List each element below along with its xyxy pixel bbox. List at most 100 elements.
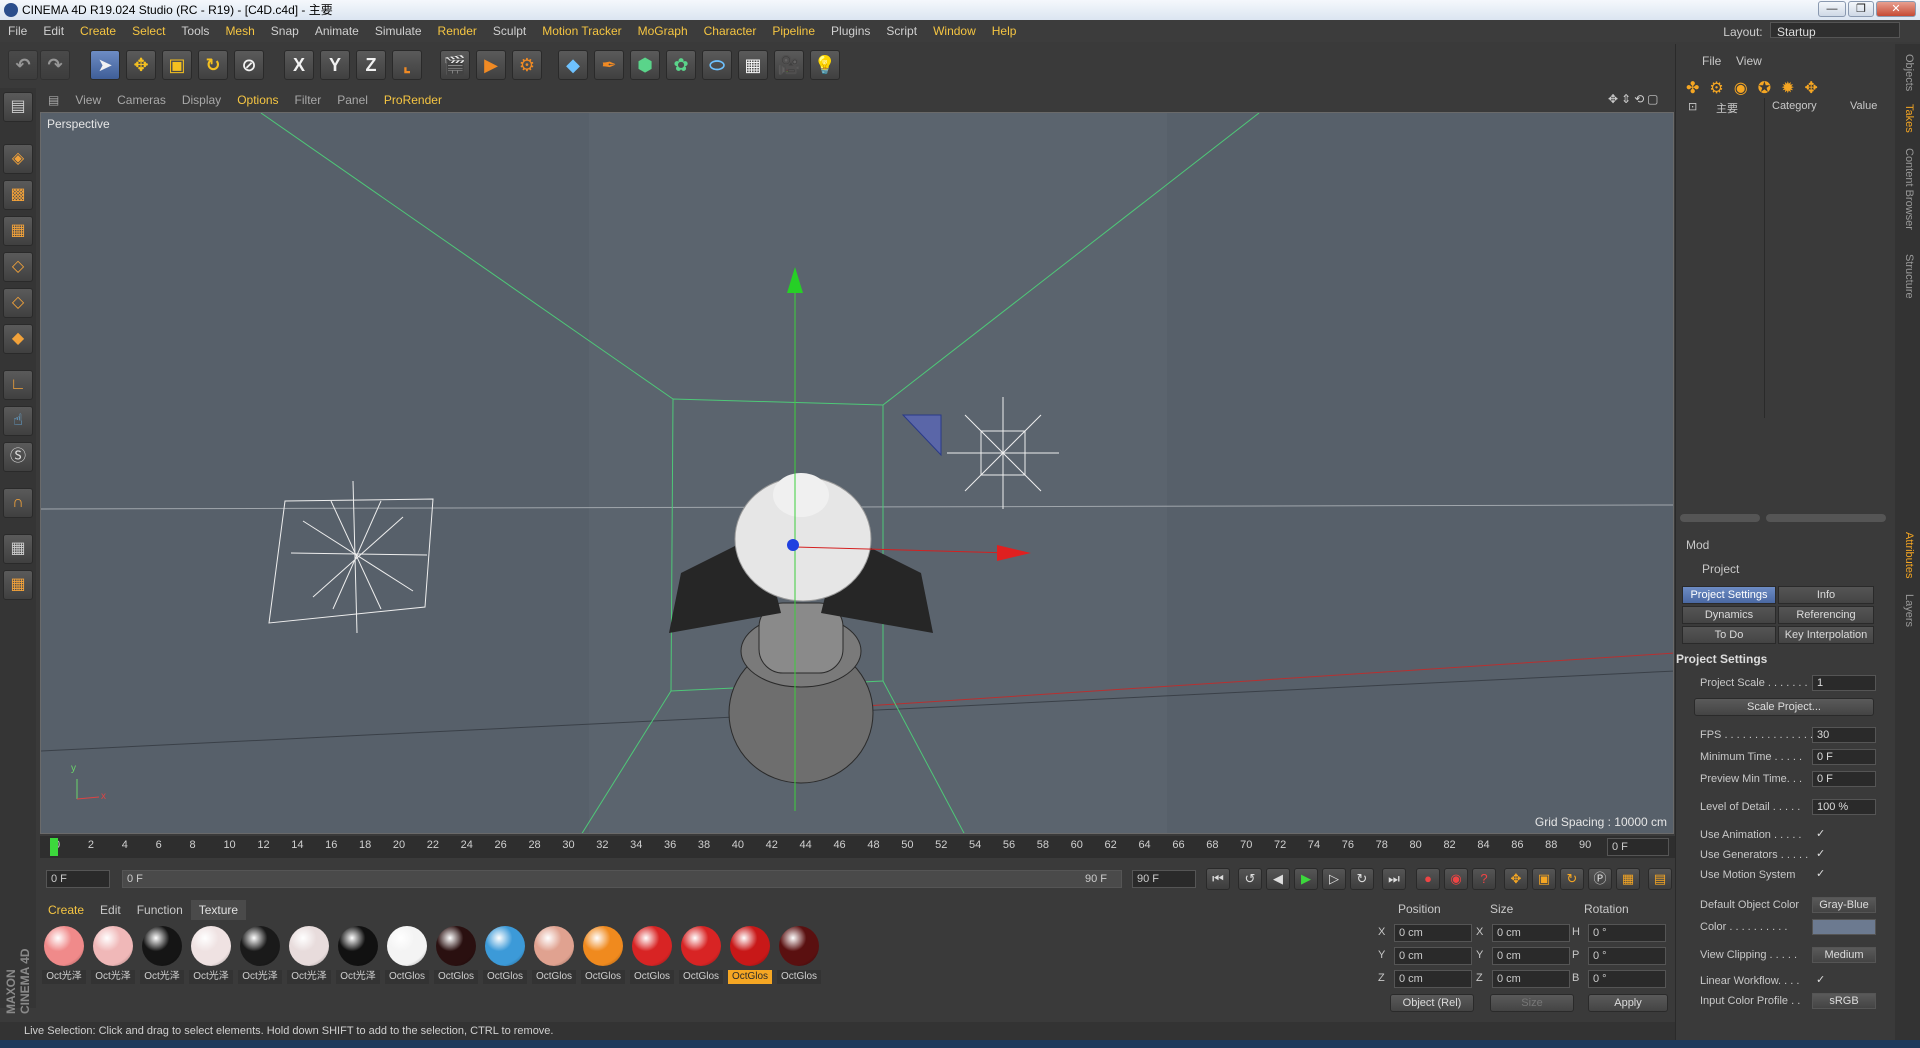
axis-mode-button[interactable]: ∟	[3, 370, 33, 400]
menu-animate[interactable]: Animate	[307, 20, 367, 42]
maximize-button[interactable]: ❐	[1848, 1, 1874, 17]
keyframe-selection-button[interactable]: ?	[1472, 868, 1496, 890]
material-item[interactable]: OctGlos	[777, 924, 821, 986]
viewport-menu-prorender[interactable]: ProRender	[376, 90, 450, 110]
menu-file[interactable]: File	[0, 20, 35, 42]
key-pla-button[interactable]: ▦	[1616, 868, 1640, 890]
viewport-perspective[interactable]: Perspective y x Grid Spacing : 10000 cm	[40, 112, 1674, 834]
material-item[interactable]: Oct光泽	[91, 924, 135, 986]
coord-value-field[interactable]: 0 °	[1588, 947, 1666, 965]
points-mode-button[interactable]: ◇	[3, 252, 33, 282]
side-tab-layers[interactable]: Layers	[1899, 594, 1915, 627]
material-menu-function[interactable]: Function	[129, 900, 191, 920]
attr-tab-key-interpolation[interactable]: Key Interpolation	[1778, 626, 1874, 644]
side-tab-structure[interactable]: Structure	[1899, 254, 1915, 299]
playhead[interactable]	[50, 838, 58, 856]
coord-value-field[interactable]: 0 cm	[1492, 970, 1570, 988]
coord-value-field[interactable]: 0 cm	[1394, 924, 1472, 942]
spline-pen-button[interactable]: ✒	[594, 50, 624, 80]
material-item[interactable]: OctGlos	[483, 924, 527, 986]
layout-selector[interactable]: Layout: Startup	[1723, 22, 1900, 40]
side-tab-attributes[interactable]: Attributes	[1899, 532, 1915, 578]
material-item[interactable]: OctGlos	[630, 924, 674, 986]
lock-workplane-button[interactable]: ▦	[3, 534, 33, 564]
autokey-button[interactable]: ◉	[1444, 868, 1468, 890]
menu-tools[interactable]: Tools	[173, 20, 217, 42]
side-tab-content-browser[interactable]: Content Browser	[1899, 148, 1915, 230]
attr-tab-to-do[interactable]: To Do	[1682, 626, 1776, 644]
cloner-button[interactable]: ✿	[666, 50, 696, 80]
viewport-menu-filter[interactable]: Filter	[287, 90, 330, 110]
timeline-scheme-button[interactable]: ▤	[1648, 868, 1672, 890]
layout-dropdown[interactable]: Startup	[1770, 22, 1900, 39]
render-to-picture-viewer-button[interactable]: ▶	[476, 50, 506, 80]
attr-dropdown[interactable]: Gray-Blue	[1812, 897, 1876, 913]
menu-mograph[interactable]: MoGraph	[630, 20, 696, 42]
attr-value-field[interactable]: 100 %	[1812, 799, 1876, 815]
size-mode-dropdown[interactable]: Size	[1490, 994, 1574, 1012]
key-param-button[interactable]: Ⓟ	[1588, 868, 1612, 890]
minimize-button[interactable]: —	[1818, 1, 1846, 17]
range-slider[interactable]: 0 F 90 F	[122, 870, 1122, 888]
menu-create[interactable]: Create	[72, 20, 124, 42]
go-to-end-button[interactable]: ⏭	[1382, 868, 1406, 890]
material-item[interactable]: Oct光泽	[189, 924, 233, 986]
attr-value-field[interactable]: 0 F	[1812, 749, 1876, 765]
attr-checkbox[interactable]: ✓	[1812, 847, 1826, 863]
attr-dropdown[interactable]: sRGB	[1812, 993, 1876, 1009]
attr-tab-info[interactable]: Info	[1778, 586, 1874, 604]
solo-button[interactable]: Ⓢ	[3, 442, 33, 472]
start-frame-field[interactable]: 0 F	[46, 870, 110, 888]
material-item[interactable]: OctGlos	[532, 924, 576, 986]
viewport-nav-icons[interactable]: ✥⇕⟲▢	[1608, 92, 1670, 108]
frame-ticks[interactable]: 0246810121416182022242628303234363840424…	[50, 836, 1605, 858]
record-keys-button[interactable]: ●	[1416, 868, 1440, 890]
attr-checkbox[interactable]: ✓	[1812, 973, 1826, 989]
attr-dropdown[interactable]: Medium	[1812, 947, 1876, 963]
menu-select[interactable]: Select	[124, 20, 173, 42]
scale-tool-button[interactable]: ▣	[162, 50, 192, 80]
material-item[interactable]: OctGlos	[385, 924, 429, 986]
material-item[interactable]: OctGlos	[581, 924, 625, 986]
z-axis-button[interactable]: Z	[356, 50, 386, 80]
main-take-item[interactable]: 主要	[1716, 100, 1738, 116]
material-menu-create[interactable]: Create	[40, 900, 92, 920]
attr-checkbox[interactable]: ✓	[1812, 867, 1826, 883]
coordinate-system-button[interactable]: ⌞	[392, 50, 422, 80]
viewport-menu-display[interactable]: Display	[174, 90, 229, 110]
undo-button[interactable]: ↶	[8, 50, 38, 80]
material-item[interactable]: OctGlos	[679, 924, 723, 986]
menu-script[interactable]: Script	[878, 20, 925, 42]
coord-value-field[interactable]: 0 cm	[1394, 947, 1472, 965]
menu-help[interactable]: Help	[984, 20, 1025, 42]
menu-character[interactable]: Character	[696, 20, 765, 42]
side-tab-takes[interactable]: Takes	[1899, 104, 1915, 133]
coord-value-field[interactable]: 0 °	[1588, 924, 1666, 942]
prev-key-button[interactable]: ↺	[1238, 868, 1262, 890]
render-view-button[interactable]: 🎬	[440, 50, 470, 80]
current-frame-field[interactable]: 0 F	[1607, 838, 1669, 856]
side-tab-objects[interactable]: Objects	[1899, 54, 1915, 91]
menu-plugins[interactable]: Plugins	[823, 20, 878, 42]
next-key-button[interactable]: ↻	[1350, 868, 1374, 890]
viewport-menu-view[interactable]: View	[67, 90, 109, 110]
attr-tab-project-settings[interactable]: Project Settings	[1682, 586, 1776, 604]
key-position-button[interactable]: ✥	[1504, 868, 1528, 890]
menu-motion-tracker[interactable]: Motion Tracker	[534, 20, 629, 42]
material-item[interactable]: Oct光泽	[336, 924, 380, 986]
attr-tab-dynamics[interactable]: Dynamics	[1682, 606, 1776, 624]
material-menu-edit[interactable]: Edit	[92, 900, 129, 920]
menu-mesh[interactable]: Mesh	[217, 20, 262, 42]
texture-mode-button[interactable]: ▩	[3, 180, 33, 210]
attr-color-swatch[interactable]	[1812, 919, 1876, 935]
objects-hscrollbar[interactable]	[1680, 514, 1760, 522]
go-to-start-button[interactable]: ⏮	[1206, 868, 1230, 890]
planar-workplane-button[interactable]: ▦	[3, 570, 33, 600]
cube-primitive-button[interactable]: ◆	[558, 50, 588, 80]
snap-button[interactable]: ∩	[3, 488, 33, 518]
material-item[interactable]: OctGlos	[728, 924, 772, 986]
objects-view-menu[interactable]: View	[1736, 54, 1762, 68]
scale-project-button[interactable]: Scale Project...	[1694, 698, 1874, 716]
x-axis-button[interactable]: X	[284, 50, 314, 80]
coord-value-field[interactable]: 0 cm	[1492, 947, 1570, 965]
